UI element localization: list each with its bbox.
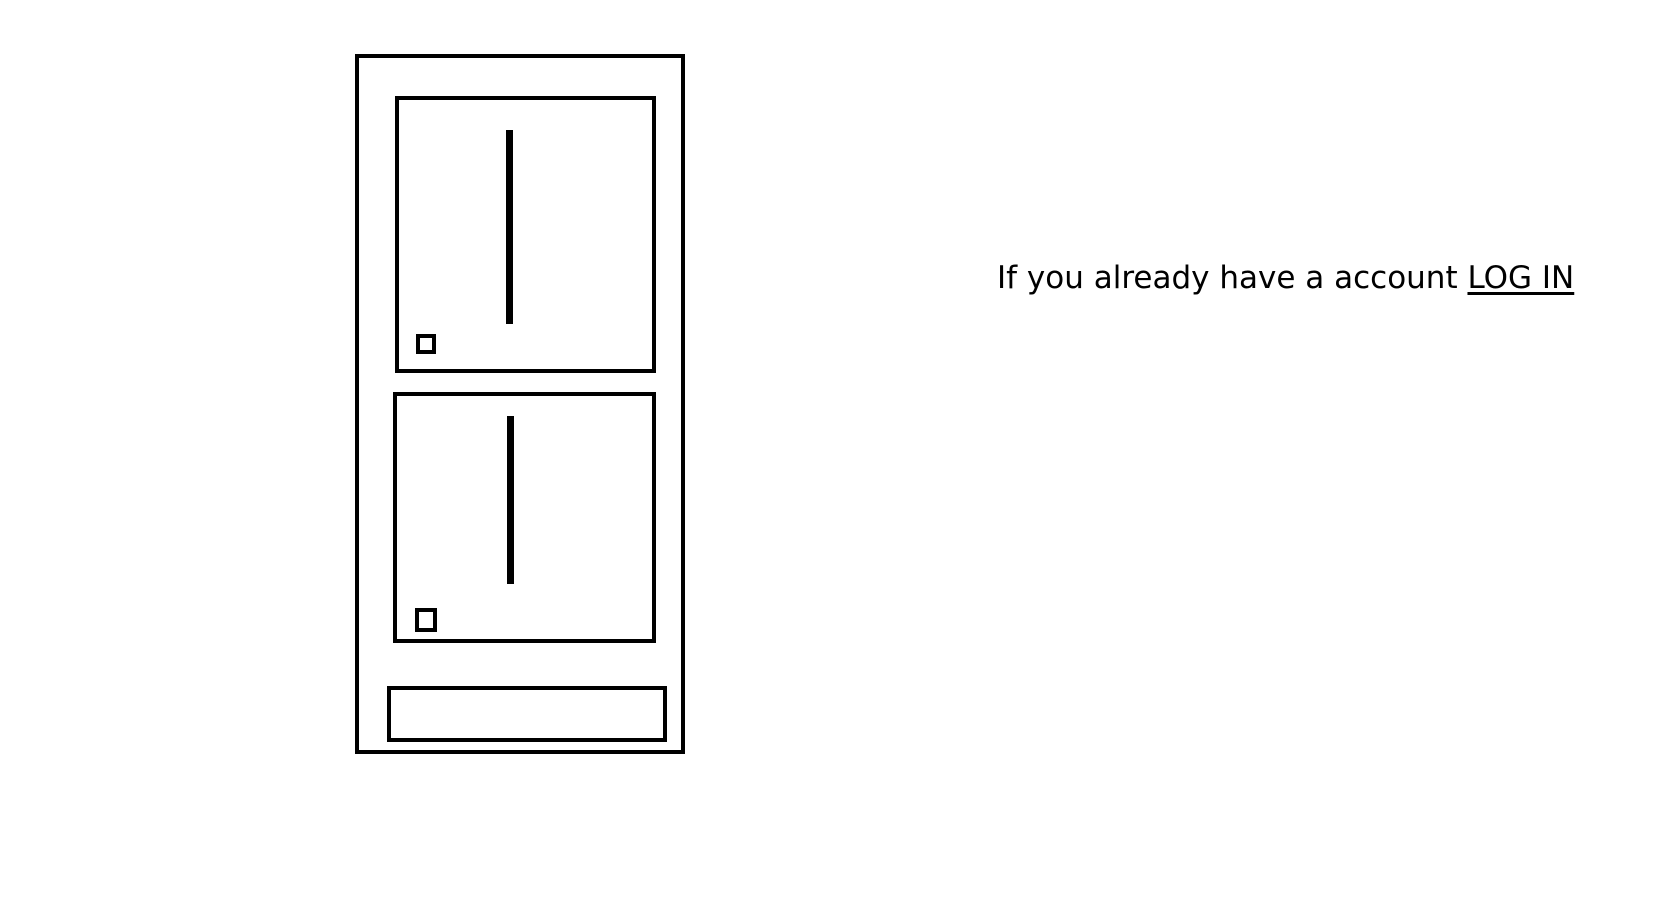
submit-button[interactable] <box>387 686 667 742</box>
top-card-line <box>506 130 513 324</box>
top-card-checkbox[interactable] <box>416 334 436 354</box>
phone-wireframe <box>355 54 685 754</box>
bottom-card-checkbox[interactable] <box>415 608 437 632</box>
login-prompt: If you already have a account LOG IN <box>997 256 1574 300</box>
top-card[interactable] <box>395 96 656 373</box>
bottom-card[interactable] <box>393 392 656 643</box>
login-prompt-text: If you already have a account <box>997 260 1468 296</box>
login-link[interactable]: LOG IN <box>1467 260 1574 296</box>
bottom-card-line <box>507 416 514 584</box>
